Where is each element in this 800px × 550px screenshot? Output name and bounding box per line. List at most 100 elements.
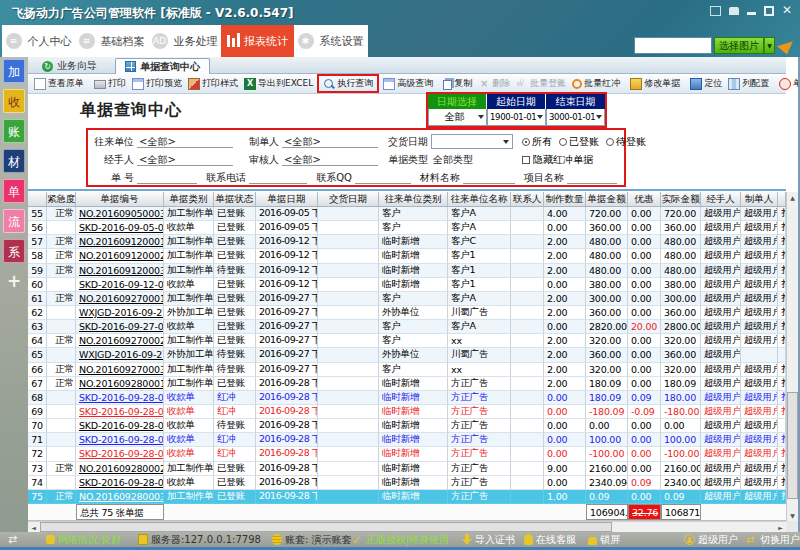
- start-date-dropdown[interactable]: 1900-01-01: [487, 109, 546, 126]
- doctype-field[interactable]: 全部类型: [431, 153, 513, 166]
- phone-field[interactable]: [249, 171, 307, 184]
- toolbar-button-打印预览[interactable]: 打印预览: [129, 76, 185, 91]
- column-header[interactable]: 单据状态: [214, 192, 256, 206]
- sidebar-button-材[interactable]: 材: [3, 149, 25, 173]
- scroll-down-arrow[interactable]: ▼: [787, 510, 798, 521]
- column-header[interactable]: 优惠: [628, 192, 661, 206]
- nav-item-基础档案[interactable]: ≡基础档案: [75, 25, 148, 57]
- column-header[interactable]: 紧急度: [47, 192, 76, 206]
- toolbar-button-批量登账[interactable]: √√批量登账: [513, 76, 569, 91]
- doc-number-link[interactable]: NO.201609280003: [76, 490, 164, 504]
- doc-number-link[interactable]: NO.201609280002: [76, 462, 164, 476]
- status-switch-user[interactable]: ⇄切换用户: [746, 533, 800, 546]
- doc-number-link[interactable]: SKD-2016-09-28-0004: [76, 476, 164, 490]
- table-row[interactable]: 60SKD-2016-09-12-0001收款单已登账2016-09-12 下临…: [28, 278, 786, 292]
- skin-icon[interactable]: [710, 6, 721, 16]
- toolbar-button-导出到EXCEL[interactable]: X导出到EXCEL: [241, 76, 316, 91]
- material-field[interactable]: [463, 171, 515, 184]
- table-row[interactable]: 74SKD-2016-09-28-0004收款单已登账2016-09-28 下临…: [28, 476, 786, 490]
- toolbar-button-查看原单[interactable]: 查看原单: [31, 76, 87, 91]
- delivery-date-dropdown[interactable]: [431, 134, 513, 149]
- sidebar-button-单[interactable]: 单: [3, 179, 25, 203]
- table-row[interactable]: 57正常NO.201609120001加工制作单已登账2016-09-12 下临…: [28, 235, 786, 249]
- handler-field[interactable]: <全部>: [137, 153, 233, 166]
- auditor-field[interactable]: <全部>: [282, 153, 378, 166]
- doc-number-link[interactable]: NO.201609270002: [76, 334, 164, 348]
- choose-image-dropdown[interactable]: ▼: [764, 37, 775, 54]
- date-select-dropdown[interactable]: 全部: [428, 109, 487, 126]
- nav-item-报表统计[interactable]: 报表统计: [221, 25, 294, 57]
- scroll-up-arrow[interactable]: ▲: [787, 192, 798, 203]
- toolbar-button-删除[interactable]: ×删除: [475, 76, 513, 91]
- doc-number-link[interactable]: SKD-2016-09-12-0001: [76, 278, 164, 292]
- horizontal-scroll-thumb[interactable]: [40, 522, 612, 532]
- toolbar-button-高级查询[interactable]: 高级查询: [380, 76, 436, 91]
- table-row[interactable]: 66正常NO.201609270003加工制作单待登账2016-09-27 下客…: [28, 363, 786, 377]
- tab-business-wizard[interactable]: ↻ 业务向导: [33, 58, 106, 74]
- doc-number-link[interactable]: SKD-2016-09-28-0002: [76, 419, 164, 433]
- table-row[interactable]: 73正常NO.201609280002加工制作单已登账2016-09-28 下临…: [28, 462, 786, 476]
- doc-number-link[interactable]: WXJGD-2016-09-27-000: [76, 348, 164, 362]
- doc-number-link[interactable]: NO.201609270001: [76, 292, 164, 306]
- column-header[interactable]: 联系人: [511, 192, 544, 206]
- doc-number-link[interactable]: SKD-2016-09-28-0001-: [76, 405, 164, 419]
- doc-number-link[interactable]: NO.201609120001: [76, 235, 164, 249]
- doc-number-link[interactable]: NO.201609280001: [76, 377, 164, 391]
- toolbar-button-执行查询[interactable]: 执行查询: [317, 74, 379, 93]
- hide-redflush-checkbox[interactable]: 隐藏红冲单据: [522, 153, 593, 167]
- table-row[interactable]: 68SKD-2016-09-28-0001收款单红冲2016-09-28 下临时…: [28, 391, 786, 405]
- column-header[interactable]: 往来单位类别: [379, 192, 448, 206]
- table-row[interactable]: 63SKD-2016-09-27-0001收款单已登账2016-09-27 下客…: [28, 320, 786, 334]
- toolbar-button-批量红冲[interactable]: 批量红冲: [569, 76, 623, 91]
- horizontal-scrollbar[interactable]: ◄ ►: [28, 521, 786, 532]
- sidebar-button-账[interactable]: 账: [3, 119, 25, 143]
- table-row[interactable]: 65WXJGD-2016-09-27-000外协加工单待登账2016-09-27…: [28, 348, 786, 362]
- nav-item-业务处理[interactable]: AD业务处理: [148, 25, 221, 57]
- doc-number-link[interactable]: WXJGD-2016-09-27-000: [76, 306, 164, 320]
- radio-所有[interactable]: 所有: [522, 135, 552, 149]
- column-header[interactable]: 单据金额: [586, 192, 628, 206]
- status-online-service[interactable]: 在线客服: [524, 533, 576, 546]
- table-row[interactable]: 67正常NO.201609280001加工制作单已登账2016-09-28 下临…: [28, 377, 786, 391]
- choose-image-button[interactable]: 选择图片: [714, 37, 764, 54]
- table-row[interactable]: 58正常NO.201609120002加工制作单已登账2016-09-12 下临…: [28, 249, 786, 263]
- toolbar-button-打印样式[interactable]: 打印样式: [185, 76, 241, 91]
- column-header[interactable]: 制作数量: [544, 192, 586, 206]
- qq-field[interactable]: [355, 171, 411, 184]
- doc-number-link[interactable]: SKD-2016-09-28-0003-: [76, 447, 164, 461]
- sidebar-button-流[interactable]: 流: [3, 209, 25, 233]
- column-header[interactable]: [28, 192, 47, 206]
- project-field[interactable]: [567, 171, 617, 184]
- status-lock[interactable]: 锁屏: [588, 533, 620, 546]
- end-date-dropdown[interactable]: 3000-01-01: [546, 109, 605, 126]
- sidebar-button-加[interactable]: 加: [3, 59, 25, 83]
- tab-doc-query-center[interactable]: 单据查询中心: [115, 58, 210, 74]
- column-header[interactable]: 交货日期: [318, 192, 379, 206]
- table-row[interactable]: 72SKD-2016-09-28-0003-收款单红冲2016-09-28 下临…: [28, 447, 786, 461]
- maker-field[interactable]: <全部>: [282, 135, 378, 148]
- vertical-scroll-thumb[interactable]: [787, 392, 798, 499]
- doc-number-link[interactable]: NO.201609270003: [76, 363, 164, 377]
- maximize-button[interactable]: [764, 6, 774, 16]
- table-row[interactable]: 70SKD-2016-09-28-0002收款单待登账2016-09-28 下临…: [28, 419, 786, 433]
- column-header[interactable]: 经手人: [701, 192, 741, 206]
- table-row[interactable]: 71SKD-2016-09-28-0003收款单红冲2016-09-28 下临时…: [28, 433, 786, 447]
- vertical-scrollbar[interactable]: ▲ ▼: [786, 192, 798, 521]
- image-search-input[interactable]: [634, 37, 712, 54]
- table-row[interactable]: 59正常NO.201609120003加工制作单待登账2016-09-12 下临…: [28, 264, 786, 278]
- partner-field[interactable]: <全部>: [137, 135, 233, 148]
- toolbar-button-修改单据[interactable]: 修改单据: [627, 76, 683, 91]
- table-row[interactable]: 75正常NO.201609280003加工制作单已登账2016-09-28 下临…: [28, 490, 786, 504]
- minimize-button[interactable]: [747, 12, 756, 15]
- radio-已登账[interactable]: 已登账: [559, 135, 599, 149]
- column-header[interactable]: 往来单位名称: [448, 192, 511, 206]
- table-row[interactable]: 61正常NO.201609270001加工制作单已登账2016-09-27 下客…: [28, 292, 786, 306]
- column-header[interactable]: [778, 192, 786, 206]
- doc-number-link[interactable]: NO.201609050003: [76, 207, 164, 221]
- doc-number-link[interactable]: NO.201609120002: [76, 249, 164, 263]
- toolbar-button-复制[interactable]: 复制: [440, 76, 475, 91]
- toolbar-button-定位[interactable]: 定位: [687, 76, 725, 91]
- horn-icon[interactable]: [777, 35, 796, 54]
- sidebar-button-系[interactable]: 系: [3, 239, 25, 263]
- doc-number-link[interactable]: NO.201609120003: [76, 264, 164, 278]
